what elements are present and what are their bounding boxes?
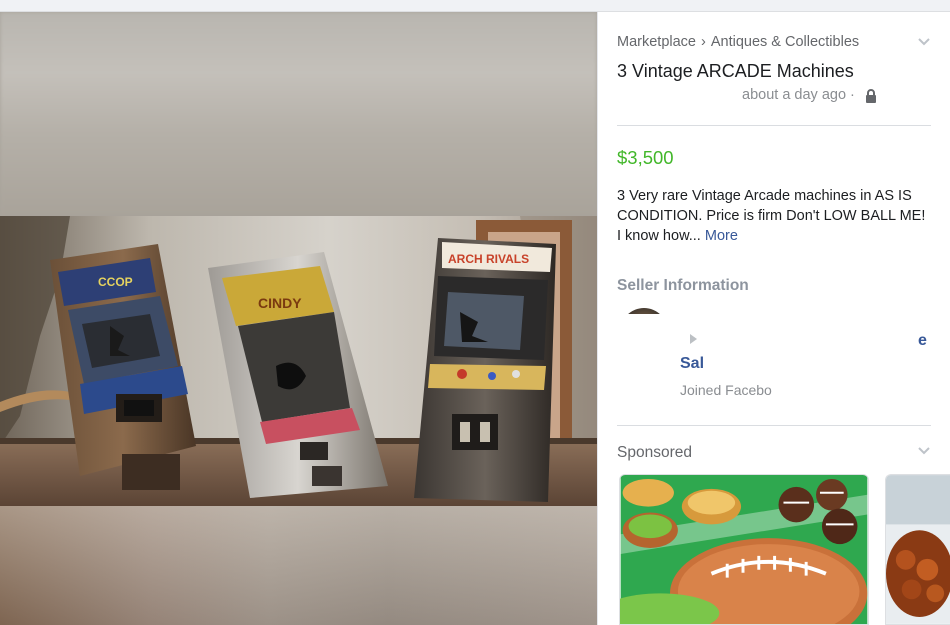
seller-joined: Joined Facebo: [680, 382, 772, 398]
photo-blurred-background-top: [0, 12, 597, 216]
sponsored-ad-image[interactable]: [619, 474, 869, 625]
photo-viewer[interactable]: CCOP CINDY ARCH RIVALS: [0, 12, 597, 625]
seller-name[interactable]: Sal: [680, 355, 704, 373]
marquee-1: CCOP: [98, 275, 133, 289]
chevron-down-icon[interactable]: [917, 446, 931, 456]
seller-name-tail[interactable]: e: [918, 332, 927, 350]
arcade-cabinet-3: ARCH RIVALS: [414, 238, 556, 502]
breadcrumb: Marketplace › Antiques & Collectibles: [617, 34, 859, 50]
description-text: 3 Very rare Vintage Arcade machines in A…: [617, 188, 926, 244]
listing-price: $3,500: [617, 147, 674, 168]
listing-title: 3 Vintage ARCADE Machines: [617, 61, 854, 81]
breadcrumb-category[interactable]: Antiques & Collectibles: [711, 34, 859, 50]
lock-icon: [866, 89, 876, 103]
listing-photo[interactable]: CCOP CINDY ARCH RIVALS: [0, 216, 597, 506]
play-icon: [690, 334, 697, 344]
sponsored-heading: Sponsored: [617, 444, 692, 461]
seller-avatar[interactable]: [620, 308, 668, 356]
posted-time: about a day ago ·: [742, 87, 855, 103]
chevron-down-icon[interactable]: [917, 37, 931, 47]
divider: [617, 425, 931, 426]
marquee-2: CINDY: [258, 295, 302, 311]
marquee-3: ARCH RIVALS: [448, 252, 529, 266]
photo-blurred-background-bottom: [0, 506, 597, 625]
top-bar: [0, 0, 950, 12]
listing-description: 3 Very rare Vintage Arcade machines in A…: [617, 186, 927, 246]
more-link[interactable]: More: [705, 228, 738, 244]
breadcrumb-separator: ›: [700, 34, 706, 50]
divider: [617, 125, 931, 126]
seller-information-heading: Seller Information: [617, 277, 749, 294]
listing-sidebar: Marketplace › Antiques & Collectibles 3 Vi…: [597, 12, 950, 625]
sponsored-ad-image-2[interactable]: [885, 474, 950, 625]
breadcrumb-marketplace[interactable]: Marketplace: [617, 34, 696, 50]
